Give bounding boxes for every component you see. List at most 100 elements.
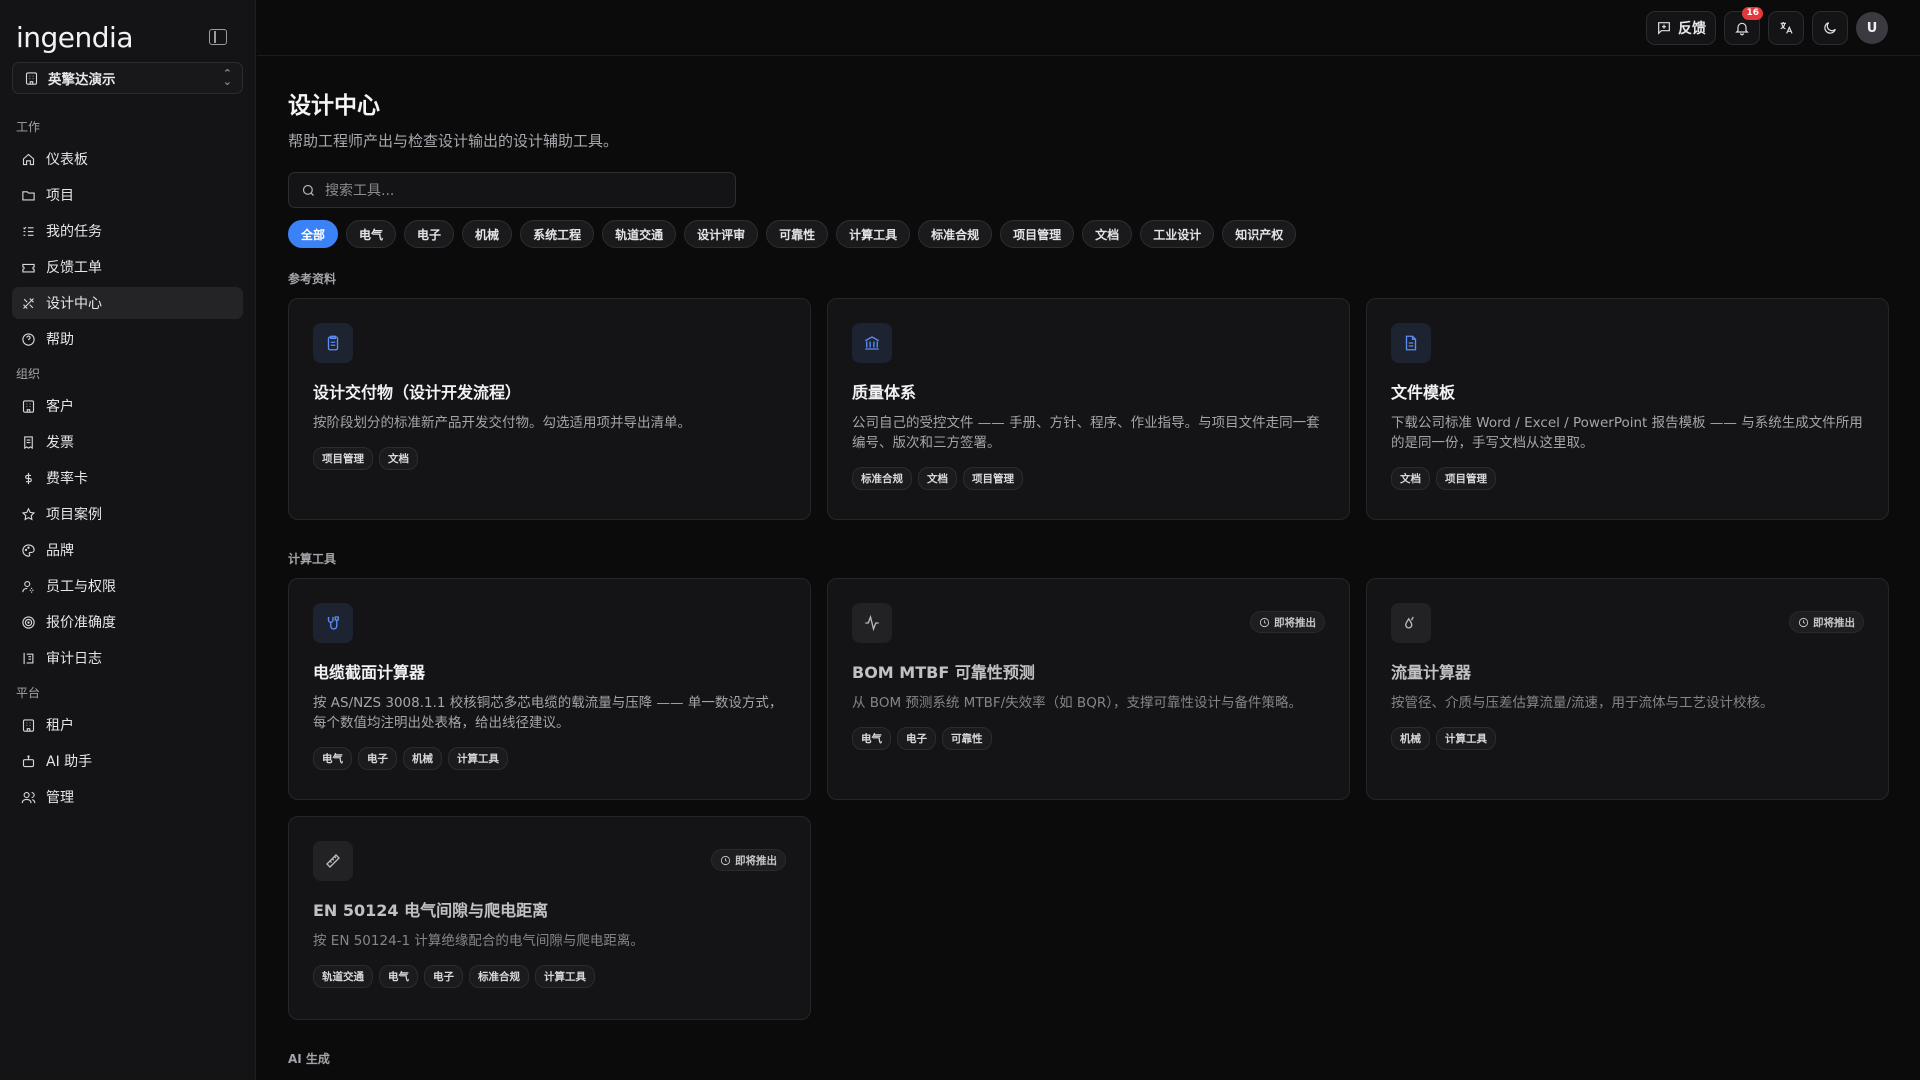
- card-tag: 机械: [403, 747, 442, 770]
- tool-card[interactable]: 即将推出 EN 50124 电气间隙与爬电距离按 EN 50124-1 计算绝缘配…: [288, 816, 811, 1020]
- user-cog-icon: [20, 578, 36, 594]
- card-tag: 标准合规: [469, 965, 529, 988]
- sidebar-item[interactable]: 费率卡: [12, 462, 243, 494]
- tool-grid: 电缆截面计算器按 AS/NZS 3008.1.1 校核铜芯多芯电缆的载流量与压降…: [288, 578, 1889, 1020]
- filter-chip[interactable]: 轨道交通: [602, 220, 677, 248]
- filter-chip[interactable]: 知识产权: [1222, 220, 1297, 248]
- sidebar-item[interactable]: 仪表板: [12, 143, 243, 175]
- clipboard-icon: [313, 323, 353, 363]
- filter-chip[interactable]: 机械: [462, 220, 513, 248]
- sidebar-item[interactable]: 管理: [12, 781, 243, 813]
- sidebar-item[interactable]: 项目: [12, 179, 243, 211]
- filter-chip[interactable]: 电子: [404, 220, 455, 248]
- notifications-button[interactable]: 16: [1724, 7, 1763, 45]
- filter-chip[interactable]: 可靠性: [766, 220, 829, 248]
- sidebar-item[interactable]: 项目案例: [12, 498, 243, 530]
- star-icon: [20, 506, 36, 522]
- card-tag: 项目管理: [963, 467, 1023, 490]
- tool-card[interactable]: 质量体系 公司自己的受控文件 —— 手册、方针、程序、作业指导。与项目文件走同一套…: [827, 298, 1350, 520]
- filter-chip[interactable]: 项目管理: [1000, 220, 1075, 248]
- filter-chip[interactable]: 文档: [1082, 220, 1133, 248]
- topbar: 反馈 16 U: [257, 0, 1920, 56]
- card-tag: 电子: [358, 747, 397, 770]
- tool-card[interactable]: 电缆截面计算器按 AS/NZS 3008.1.1 校核铜芯多芯电缆的载流量与压降…: [288, 578, 811, 800]
- dollar-icon: [20, 470, 36, 486]
- tool-search[interactable]: 搜索工具...: [288, 172, 736, 208]
- filter-chip[interactable]: 标准合规: [918, 220, 993, 248]
- sidebar-item[interactable]: 品牌: [12, 534, 243, 566]
- card-title: 电缆截面计算器: [313, 663, 426, 682]
- sidebar-nav: 工作 仪表板 项目 我的任务 反馈工单 设计中心 帮助 组织 客户 发票 费率卡 项目案例 品牌 员工与权…: [12, 118, 243, 813]
- card-description: 从 BOM 预测系统 MTBF/失效率（如 BQR），支撑可靠性设计与备件策略。: [852, 695, 1302, 711]
- sidebar-item-label: 设计中心: [46, 296, 102, 312]
- filter-chip[interactable]: 系统工程: [520, 220, 595, 248]
- sidebar-item-label: 租户: [46, 718, 74, 734]
- card-tag: 标准合规: [852, 467, 912, 490]
- sidebar-item[interactable]: AI 助手: [12, 745, 243, 777]
- sidebar-item-label: 客户: [46, 399, 74, 415]
- user-avatar[interactable]: U: [1856, 12, 1888, 44]
- clock-icon: [1259, 617, 1270, 627]
- sidebar-item[interactable]: 租户: [12, 709, 243, 741]
- invoice-icon: [20, 434, 36, 450]
- card-title: EN 50124 电气间隙与爬电距离: [313, 901, 549, 920]
- building-icon: [20, 717, 36, 733]
- sidebar-item-label: 项目案例: [46, 507, 102, 523]
- sidebar-item[interactable]: 我的任务: [12, 215, 243, 247]
- filter-chip[interactable]: 全部: [288, 220, 339, 248]
- sidebar-item[interactable]: 审计日志: [12, 642, 243, 674]
- card-title: 文件模板: [1391, 383, 1456, 402]
- sidebar-item[interactable]: 帮助: [12, 323, 243, 355]
- app-logo[interactable]: ingendia: [16, 21, 133, 54]
- group-label: 计算工具: [288, 552, 337, 566]
- filter-chip[interactable]: 设计评审: [684, 220, 759, 248]
- theme-toggle-button[interactable]: [1812, 11, 1848, 45]
- coming-soon-badge: 即将推出: [711, 849, 786, 871]
- coming-soon-badge: 即将推出: [1789, 611, 1864, 633]
- card-tag: 电气: [313, 747, 352, 770]
- search-input[interactable]: 搜索工具...: [325, 180, 394, 200]
- sidebar-item[interactable]: 报价准确度: [12, 606, 243, 638]
- sidebar-item-label: AI 助手: [46, 754, 93, 770]
- sidebar-item-label: 费率卡: [46, 471, 88, 487]
- ticket-icon: [20, 259, 36, 275]
- card-description: 按 EN 50124-1 计算绝缘配合的电气间隙与爬电距离。: [313, 933, 644, 949]
- coming-soon-label: 即将推出: [1274, 616, 1316, 629]
- sidebar-item-label: 发票: [46, 435, 74, 451]
- card-title: 质量体系: [852, 383, 917, 402]
- sidebar-item[interactable]: 客户: [12, 390, 243, 422]
- card-tags: 轨道交通 电气 电子 标准合规 计算工具: [313, 965, 786, 988]
- tool-card[interactable]: 即将推出 BOM MTBF 可靠性预测从 BOM 预测系统 MTBF/失效率（如 …: [827, 578, 1350, 800]
- sidebar-item[interactable]: 发票: [12, 426, 243, 458]
- sidebar-item-label: 项目: [46, 188, 74, 204]
- top-actions: 反馈 16 U: [1646, 7, 1888, 45]
- sidebar-section-label: 平台: [16, 686, 41, 700]
- tool-card[interactable]: 设计交付物（设计开发流程） 按阶段划分的标准新产品开发交付物。勾选适用项并导出清单…: [288, 298, 811, 520]
- filter-chip[interactable]: 电气: [346, 220, 397, 248]
- sidebar-item-label: 帮助: [46, 332, 74, 348]
- card-description: 按 AS/NZS 3008.1.1 校核铜芯多芯电缆的载流量与压降 —— 单一数…: [313, 695, 783, 731]
- sidebar-item[interactable]: 反馈工单: [12, 251, 243, 283]
- card-description: 按管径、介质与压差估算流量/流速，用于流体与工艺设计校核。: [1391, 695, 1774, 711]
- tool-card[interactable]: 文件模板 下载公司标准 Word / Excel / PowerPoint 报告模…: [1366, 298, 1889, 520]
- search-icon: [302, 184, 314, 196]
- sidebar-section-label: 工作: [16, 120, 41, 134]
- filter-chip[interactable]: 工业设计: [1140, 220, 1215, 248]
- sidebar-item-label: 员工与权限: [46, 579, 116, 595]
- card-tags: 机械 计算工具: [1391, 727, 1864, 750]
- org-switcher[interactable]: 英擎达演示 ⌃ ⌄: [12, 62, 243, 94]
- sidebar-toggle-icon[interactable]: [209, 29, 227, 45]
- language-button[interactable]: [1768, 11, 1804, 45]
- bank-icon: [852, 323, 892, 363]
- sidebar-item[interactable]: 设计中心: [12, 287, 243, 319]
- ruler-icon: [313, 841, 353, 881]
- chevrons-up-down-icon: ⌃ ⌄: [222, 67, 232, 88]
- feedback-label: 反馈: [1678, 21, 1706, 37]
- page-title: 设计中心: [288, 93, 380, 119]
- tool-card[interactable]: 即将推出 流量计算器 按管径、介质与压差估算流量/流速，用于流体与工艺设计校核。 机械…: [1366, 578, 1889, 800]
- feedback-button[interactable]: 反馈: [1646, 11, 1716, 45]
- sidebar-item[interactable]: 员工与权限: [12, 570, 243, 602]
- filter-chip[interactable]: 计算工具: [836, 220, 911, 248]
- log-icon: [20, 650, 36, 666]
- card-tag: 计算工具: [448, 747, 508, 770]
